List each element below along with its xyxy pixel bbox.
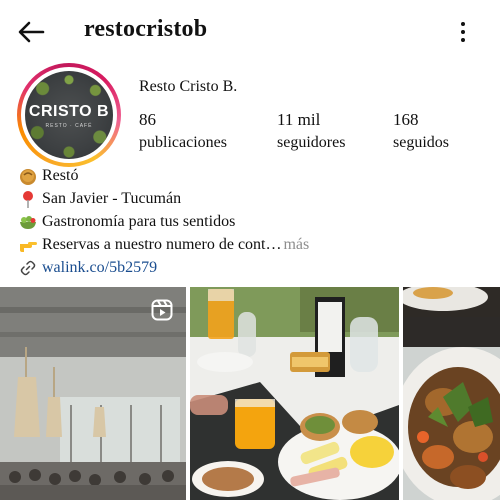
- profile-username: restocristob: [84, 16, 208, 42]
- bio-line: Gastronomía para tus sentidos: [18, 210, 488, 233]
- following-count-value: 168: [393, 110, 419, 129]
- breakfast-table-image: [190, 287, 399, 500]
- followers-count[interactable]: 11 mil seguidores: [277, 110, 345, 154]
- bio-line: Restó: [18, 164, 488, 187]
- bio-link[interactable]: walink.co/5b2579: [18, 256, 488, 279]
- salad-icon: [18, 212, 38, 232]
- arrow-left-icon: [18, 21, 45, 43]
- posts-count-label: publicaciones: [139, 134, 227, 151]
- post-thumbnail-reel[interactable]: [0, 287, 186, 500]
- posts-count[interactable]: 86 publicaciones: [139, 110, 227, 154]
- back-button[interactable]: [16, 18, 48, 46]
- post-thumbnail[interactable]: [190, 287, 399, 500]
- avatar-logo-subtext: RESTO · CAFÉ: [45, 123, 93, 129]
- link-icon: [18, 258, 38, 278]
- bio-text: Restó: [42, 167, 79, 184]
- story-ring[interactable]: CRISTO B RESTO · CAFÉ: [17, 63, 121, 167]
- posts-count-value: 86: [139, 110, 156, 129]
- reels-icon: [151, 299, 173, 321]
- top-bar: restocristob: [0, 0, 500, 62]
- more-options-button[interactable]: [450, 18, 476, 46]
- food-bowl-icon: [18, 166, 38, 186]
- followers-count-value: 11 mil: [277, 110, 321, 129]
- profile-bio: Restó San Javier - Tucumán Gastronomía p…: [18, 164, 488, 279]
- post-thumbnail[interactable]: [403, 287, 500, 500]
- post-grid: [0, 287, 500, 500]
- bio-text: San Javier - Tucumán: [42, 190, 182, 207]
- bio-link-text: walink.co/5b2579: [42, 259, 158, 276]
- avatar-logo-text: CRISTO B: [28, 103, 110, 120]
- bio-text: Reservas a nuestro numero de cont…: [42, 236, 282, 253]
- bio-line: Reservas a nuestro numero de cont… más: [18, 233, 488, 256]
- following-count-label: seguidos: [393, 134, 449, 151]
- pointing-hand-icon: [18, 235, 38, 255]
- bio-more-link[interactable]: más: [283, 233, 309, 256]
- display-name: Resto Cristo B.: [139, 78, 238, 95]
- plated-dish-image: [403, 287, 500, 500]
- followers-count-label: seguidores: [277, 134, 346, 151]
- bio-text: Gastronomía para tus sentidos: [42, 213, 236, 230]
- map-pin-icon: [18, 189, 38, 209]
- bio-line: San Javier - Tucumán: [18, 187, 488, 210]
- following-count[interactable]: 168 seguidos: [393, 110, 449, 154]
- profile-avatar: CRISTO B RESTO · CAFÉ: [25, 71, 113, 159]
- more-vertical-icon: [461, 22, 465, 26]
